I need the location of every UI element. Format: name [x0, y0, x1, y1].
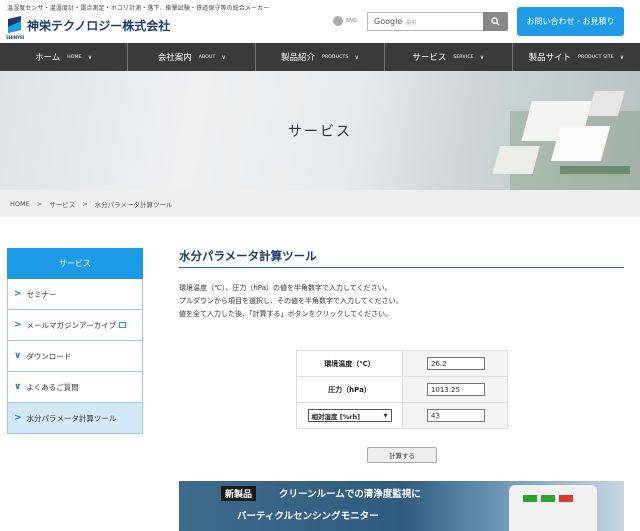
site-header: 温湿度センサ・温湿度計・露点測定・ホコリ計測・落下、衝撃試験・鉄道保守等の総合メ… [0, 0, 640, 43]
sidebar-item-mailmagazine[interactable]: > メールマガジンアーカイブ [7, 310, 143, 341]
new-product-badge: 新製品 [221, 486, 257, 501]
status-led [559, 495, 573, 502]
sidebar-item-seminar[interactable]: > セミナー [7, 279, 143, 310]
table-row: 環境温度（℃） 26.2 [296, 350, 508, 377]
nav-item-products[interactable]: 製品紹介 PRODUCTS ∨ [256, 43, 385, 71]
product-banner[interactable]: 新製品 クリーンルームでの清浄度監視に パーティクルセンシングモニター [179, 481, 624, 531]
sidebar-item-download[interactable]: ∨ ダウンロード [7, 341, 143, 372]
breadcrumb-current: 水分パラメータ計算ツール [94, 200, 173, 209]
section-title: 水分パラメータ計算ツール [179, 249, 317, 263]
nav-item-product-site[interactable]: 製品サイト PRODUCT SITE ∨ [513, 43, 640, 71]
banner-product-name: パーティクルセンシングモニター [237, 511, 379, 522]
instruction-line: 値を全て入力した後、「計算する」ボタンをクリックしてください。 [179, 310, 393, 318]
status-led [541, 495, 555, 502]
nav-label-en: HOME [67, 54, 82, 60]
logo-subtext: SHINYEI [6, 35, 25, 40]
nav-label: 製品紹介 [281, 53, 316, 63]
nav-label-en: PRODUCT SITE [578, 54, 614, 60]
sidebar: サービス > セミナー > メールマガジンアーカイブ ∨ ダウンロード ∨ よくあるご質… [7, 248, 143, 434]
parameter-select[interactable]: 相対湿度 [%rh] ▼ [307, 409, 392, 422]
search-brand-sub: 提供 [406, 20, 417, 26]
temperature-input[interactable]: 26.2 [427, 357, 485, 370]
chevron-down-icon: ▼ [383, 412, 388, 419]
search-brand: Google [374, 17, 403, 26]
sidebar-item-label: ダウンロード [26, 351, 72, 361]
nav-item-home[interactable]: ホーム HOME ∨ [0, 43, 129, 71]
sidebar-item-label: よくあるご質問 [26, 382, 79, 392]
company-name[interactable]: 神栄テクノロジー株式会社 [27, 17, 170, 34]
chevron-down-icon: ∨ [221, 53, 226, 61]
sidebar-item-calc-tool[interactable]: > 水分パラメータ計算ツール [7, 403, 143, 434]
chevron-down-icon: ∨ [14, 382, 22, 392]
parameter-input[interactable]: 43 [427, 409, 485, 422]
instructions: 環境温度（℃）、圧力（hPa）の値を半角数字で入力してください。 プルダウンから… [179, 282, 403, 321]
breadcrumb-service[interactable]: サービス [49, 199, 75, 209]
chevron-down-icon: ∨ [354, 53, 359, 61]
calc-form-table: 環境温度（℃） 26.2 圧力（hPa） 1013.25 相対湿度 [%rh] ▼… [296, 350, 508, 429]
temperature-label: 環境温度（℃） [296, 350, 403, 377]
sidebar-header[interactable]: サービス [7, 248, 143, 279]
title-divider [179, 267, 624, 268]
main-nav: ホーム HOME ∨ 会社案内 ABOUT ∨ 製品紹介 PRODUCTS ∨ サービス SE… [0, 43, 640, 71]
banner-headline: クリーンルームでの清浄度監視に [279, 489, 421, 500]
monitor-device-image [509, 485, 597, 531]
language-link[interactable]: ENG [346, 18, 357, 24]
chevron-down-icon: ∨ [479, 53, 485, 61]
chevron-right-icon: > [14, 289, 22, 299]
chevron-down-icon: ∨ [87, 53, 93, 61]
nav-item-about[interactable]: 会社案内 ABOUT ∨ [128, 43, 257, 71]
nav-label-en: PRODUCTS [322, 54, 349, 60]
status-led [523, 495, 537, 502]
table-row: 圧力（hPa） 1013.25 [296, 376, 508, 403]
company-logo-icon[interactable] [6, 15, 23, 35]
search-input[interactable]: Google 提供 [367, 12, 508, 31]
nav-label: ホーム [35, 53, 61, 63]
sidebar-item-label: セミナー [26, 289, 57, 299]
sidebar-item-label: 水分パラメータ計算ツール [26, 413, 117, 423]
nav-item-service[interactable]: サービス SERVICE ∨ [385, 43, 513, 71]
chevron-right-icon: > [14, 413, 22, 423]
chevron-right-icon: > [14, 320, 22, 330]
pressure-label: 圧力（hPa） [296, 376, 403, 403]
search-button[interactable] [483, 12, 508, 31]
parameter-select-value: 相対湿度 [%rh] [311, 412, 361, 421]
calculate-button[interactable]: 計算する [367, 447, 437, 463]
chevron-down-icon: ∨ [14, 351, 22, 361]
tagline: 温湿度センサ・温湿度計・露点測定・ホコリ計測・落下、衝撃試験・鉄道保守等の総合メ… [7, 5, 270, 12]
nav-label-en: ABOUT [198, 54, 216, 60]
pressure-input[interactable]: 1013.25 [427, 383, 485, 396]
sidebar-item-label: メールマガジンアーカイブ [26, 320, 117, 330]
breadcrumb-separator: > [82, 199, 88, 208]
chevron-down-icon: ∨ [619, 53, 625, 61]
breadcrumb-home[interactable]: HOME [10, 200, 30, 208]
contact-button[interactable]: お問い合わせ・お見積り [517, 7, 624, 36]
instruction-line: 環境温度（℃）、圧力（hPa）の値を半角数字で入力してください。 [179, 284, 392, 292]
hero-banner: サービス [0, 71, 640, 190]
table-row: 相対湿度 [%rh] ▼ 43 [296, 402, 508, 429]
sidebar-item-faq[interactable]: ∨ よくあるご質問 [7, 372, 143, 403]
globe-icon[interactable] [333, 16, 343, 26]
instruction-line: プルダウンから項目を選択し、その値を半角数字で入力してください。 [179, 297, 403, 305]
nav-label: サービス [412, 53, 447, 63]
external-link-icon [119, 322, 127, 328]
nav-label: 会社案内 [157, 53, 192, 63]
search-icon [491, 17, 500, 26]
nav-label-en: SERVICE [453, 54, 474, 60]
page-title: サービス [288, 124, 352, 140]
nav-label: 製品サイト [528, 53, 572, 63]
breadcrumb: HOME > サービス > 水分パラメータ計算ツール [0, 190, 640, 217]
breadcrumb-separator: > [36, 199, 43, 208]
